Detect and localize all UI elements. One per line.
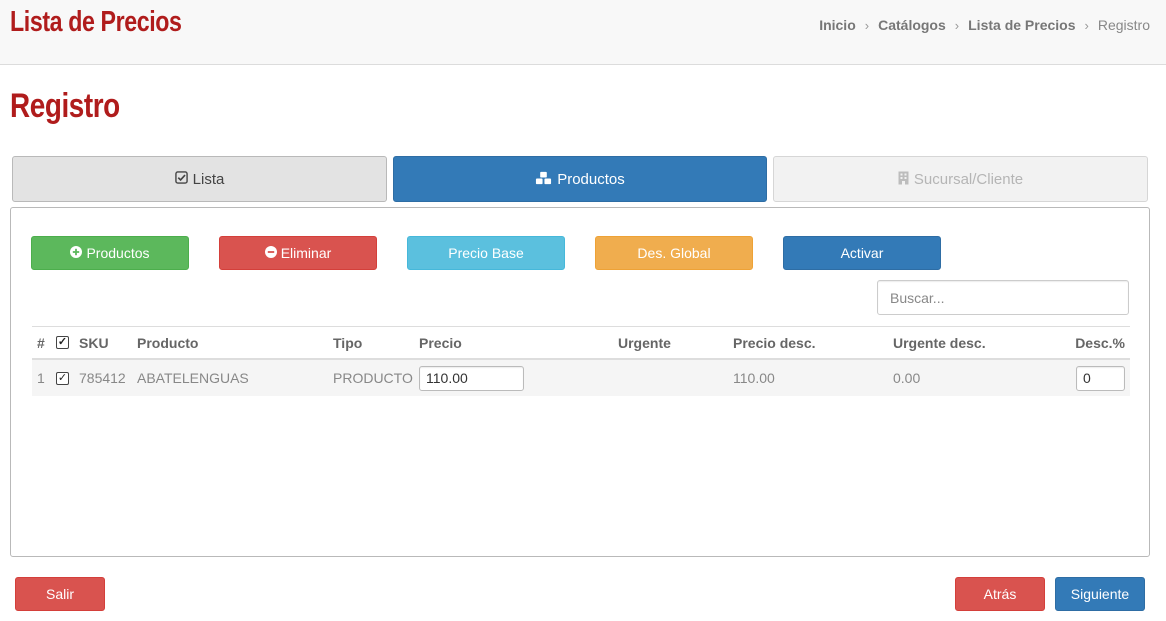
- minus-circle-icon: [264, 245, 277, 261]
- delete-label: Eliminar: [280, 245, 332, 261]
- breadcrumb-separator: ›: [864, 17, 870, 33]
- tab-sucursal-cliente-label: Sucursal/Cliente: [913, 170, 1024, 188]
- row-price-cell: 110.00: [419, 360, 524, 396]
- row-index: 1: [37, 370, 45, 386]
- col-urgent: Urgente: [618, 334, 671, 351]
- breadcrumb: Inicio › Catálogos › Lista de Precios › …: [819, 17, 1150, 33]
- row-sku: 785412: [79, 370, 126, 386]
- row-urgent-discount: 0.00: [893, 370, 921, 386]
- breadcrumb-lista-de-precios[interactable]: Lista de Precios: [968, 17, 1075, 33]
- checkbox-checked-icon: ✓: [56, 336, 69, 349]
- tab-lista[interactable]: Lista: [12, 156, 387, 202]
- exit-button[interactable]: Salir: [15, 577, 105, 611]
- col-discount-pct: Desc.%: [1075, 334, 1125, 351]
- tab-productos[interactable]: Productos: [393, 156, 767, 202]
- breadcrumb-catalogos[interactable]: Catálogos: [878, 17, 946, 33]
- next-button[interactable]: Siguiente: [1055, 577, 1145, 611]
- tab-productos-label: Productos: [557, 170, 625, 188]
- delete-button[interactable]: Eliminar: [219, 236, 377, 270]
- search-input[interactable]: [877, 280, 1129, 315]
- back-button[interactable]: Atrás: [955, 577, 1045, 611]
- row-checkbox[interactable]: ✓: [56, 360, 69, 396]
- row-discount-price: 110.00: [733, 370, 775, 386]
- col-discount-price: Precio desc.: [733, 334, 816, 351]
- row-product: ABATELENGUAS: [137, 370, 249, 386]
- global-discount-button[interactable]: Des. Global: [595, 236, 753, 270]
- products-table: # ✓ SKU Producto Tipo Precio Urgente Pre…: [32, 326, 1130, 396]
- building-icon: [898, 171, 909, 188]
- tab-sucursal-cliente: Sucursal/Cliente: [773, 156, 1148, 202]
- cubes-icon: [535, 171, 552, 188]
- add-products-label: Productos: [86, 245, 150, 261]
- activate-button[interactable]: Activar: [783, 236, 941, 270]
- breadcrumb-separator: ›: [1084, 17, 1089, 33]
- breadcrumb-inicio[interactable]: Inicio: [819, 17, 856, 33]
- col-type: Tipo: [333, 334, 363, 351]
- check-square-icon: [174, 171, 188, 187]
- checkbox-checked-icon: ✓: [56, 371, 69, 385]
- tab-lista-label: Lista: [192, 170, 225, 188]
- add-products-button[interactable]: Productos: [31, 236, 189, 270]
- col-price: Precio: [419, 334, 462, 351]
- base-price-button[interactable]: Precio Base: [407, 236, 565, 270]
- col-urgent-discount: Urgente desc.: [893, 334, 986, 351]
- top-bar: Lista de Precios Inicio › Catálogos › Li…: [0, 0, 1166, 65]
- select-all-checkbox[interactable]: ✓: [56, 327, 69, 358]
- col-product: Producto: [137, 334, 199, 351]
- breadcrumb-registro: Registro: [1097, 17, 1150, 33]
- table-row: 1 ✓ 785412 ABATELENGUAS PRODUCTO 110.00 …: [32, 360, 1130, 396]
- table-header: # ✓ SKU Producto Tipo Precio Urgente Pre…: [32, 326, 1130, 360]
- row-type: PRODUCTO: [333, 370, 413, 386]
- plus-circle-icon: [70, 245, 83, 261]
- discount-pct-input[interactable]: 0: [1076, 365, 1125, 391]
- col-index: #: [37, 334, 45, 351]
- products-panel: Productos Eliminar Precio Base Des. Glob…: [10, 207, 1150, 557]
- app-title: Lista de Precios: [10, 6, 182, 38]
- row-discount-pct-cell: 0: [1076, 360, 1125, 396]
- page-title: Registro: [10, 87, 120, 125]
- price-input[interactable]: 110.00: [419, 365, 524, 391]
- col-sku: SKU: [79, 334, 109, 351]
- breadcrumb-separator: ›: [954, 17, 960, 33]
